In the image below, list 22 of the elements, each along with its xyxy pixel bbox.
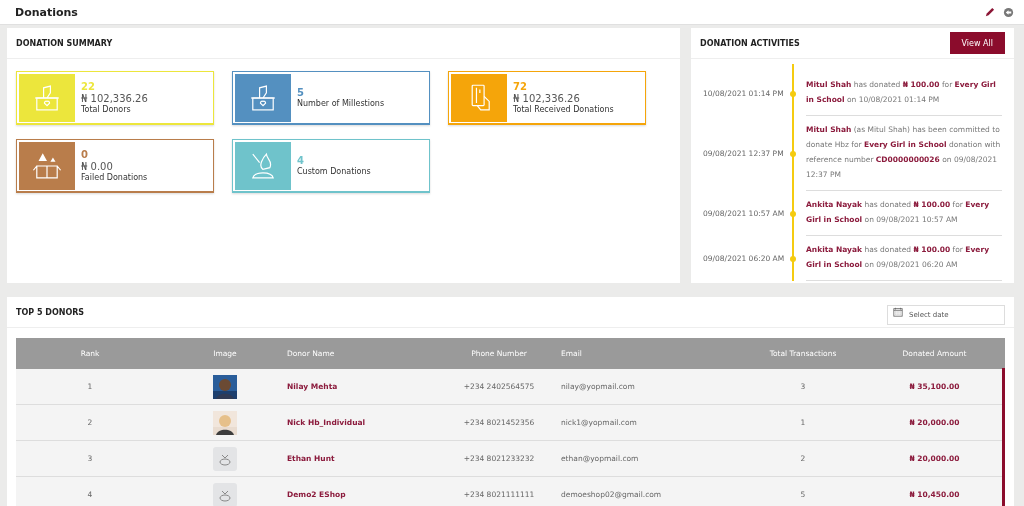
pencil-icon[interactable] [984, 6, 995, 18]
stat-amount: ₦ 0.00 [81, 161, 114, 172]
stat-label: Total Received Donations [513, 105, 614, 114]
view-all-button[interactable]: View All [949, 32, 1005, 54]
stat-count: 5 [297, 87, 305, 98]
stat-amount: ₦ 102,336.26 [513, 93, 581, 104]
stat-count: 4 [297, 155, 305, 166]
stat-label: Custom Donations [297, 167, 371, 176]
stat-label: Number of Millestions [297, 99, 385, 108]
stat-label: Failed Donations [81, 173, 148, 182]
placeholder-image-icon [213, 446, 237, 471]
panel-title: DONATION SUMMARY [16, 38, 113, 48]
stat-count: 22 [81, 81, 96, 92]
page-title: Donations [15, 5, 78, 19]
stat-count: 0 [81, 149, 89, 160]
panel-title: TOP 5 DONORS [16, 307, 85, 317]
stat-count: 72 [513, 81, 528, 92]
stat-amount: ₦ 102,336.26 [81, 93, 148, 104]
calendar-icon [893, 307, 903, 317]
panel-title: DONATION ACTIVITIES [700, 38, 800, 48]
stat-label: Total Donors [81, 105, 132, 114]
back-icon[interactable] [1003, 6, 1014, 18]
